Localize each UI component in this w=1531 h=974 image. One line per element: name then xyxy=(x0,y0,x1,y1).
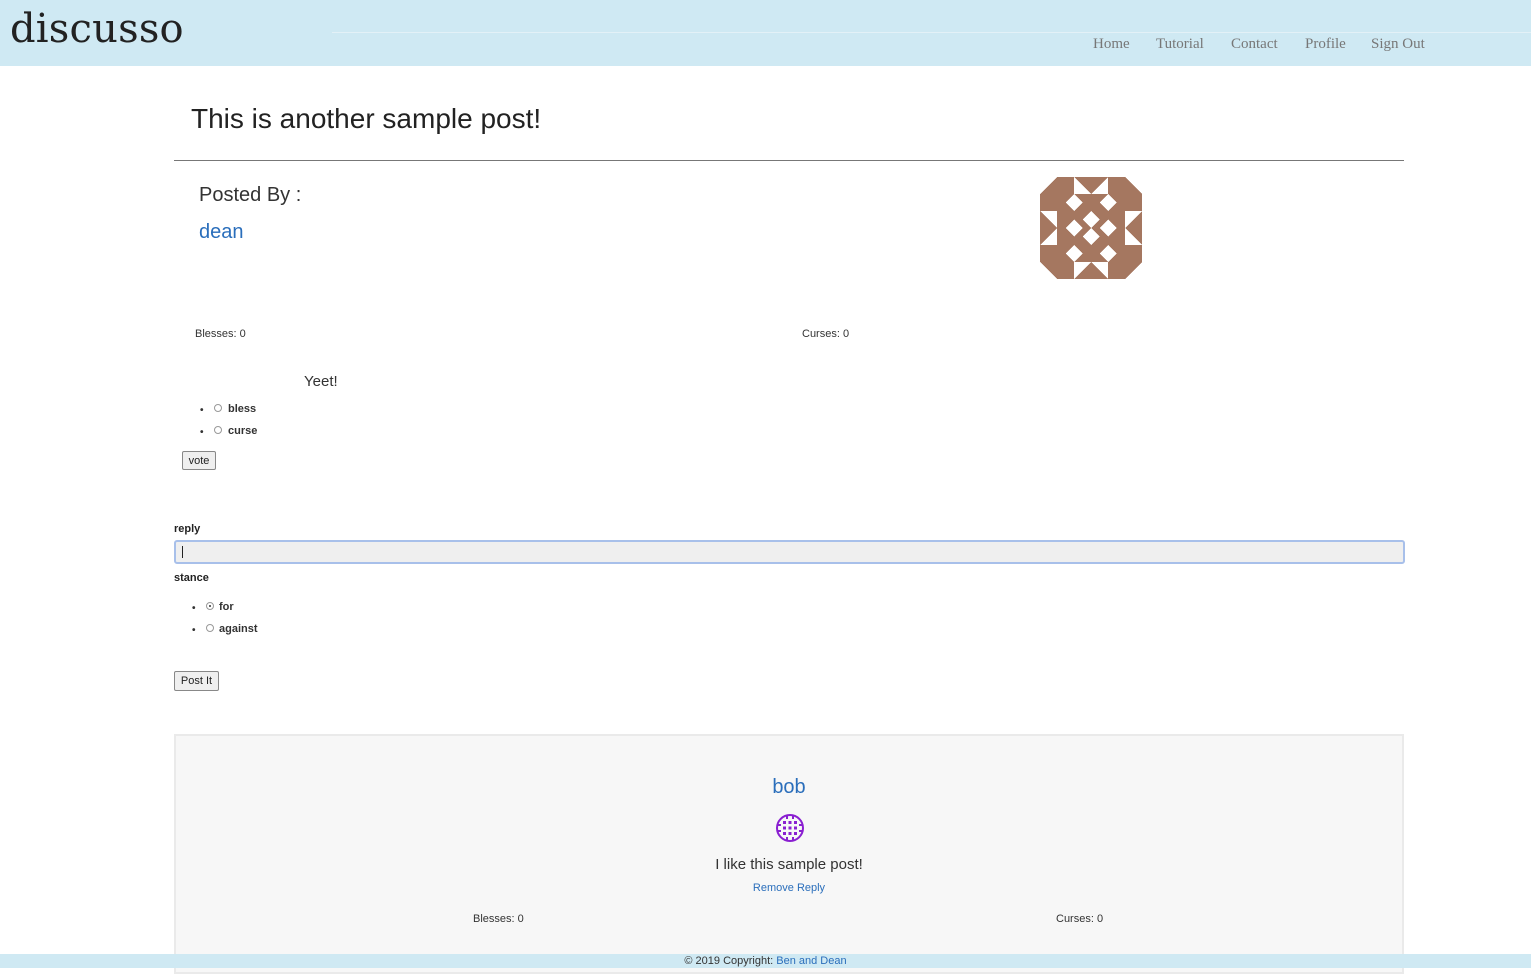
reply-author-avatar xyxy=(776,814,804,842)
post-title: This is another sample post! xyxy=(191,103,542,134)
post-curses-count: Curses: 0 xyxy=(802,328,850,340)
post-author-link[interactable]: dean xyxy=(199,221,244,244)
reply-author: bob xyxy=(176,776,1402,799)
posted-by-label: Posted By : xyxy=(199,184,302,206)
remove-reply-link[interactable]: Remove Reply xyxy=(753,882,825,894)
top-navbar: discusso Home Tutorial Contact Profile S… xyxy=(0,0,1531,66)
nav-profile-link[interactable]: Profile xyxy=(1305,36,1346,53)
title-divider xyxy=(174,160,1404,161)
remove-reply: Remove Reply xyxy=(176,882,1402,894)
nav-contact-link[interactable]: Contact xyxy=(1231,36,1278,53)
reply-card: bob I like this sample post! Remove Repl… xyxy=(174,734,1404,974)
bullet: • xyxy=(200,405,204,416)
nav-home-link[interactable]: Home xyxy=(1093,36,1130,53)
stance-label: stance xyxy=(174,572,209,584)
bullet: • xyxy=(192,603,196,614)
reply-label: reply xyxy=(174,523,201,535)
navbar-divider xyxy=(332,32,1531,33)
bless-radio[interactable] xyxy=(214,404,222,412)
footer: © 2019 Copyright: Ben and Dean xyxy=(0,954,1531,968)
for-radio[interactable] xyxy=(206,602,214,610)
bless-label: bless xyxy=(228,403,257,415)
curse-radio[interactable] xyxy=(214,426,222,434)
reply-curses-count: Curses: 0 xyxy=(1056,913,1104,925)
reply-input[interactable] xyxy=(174,540,1405,564)
brand-logo[interactable]: discusso xyxy=(10,6,184,52)
curse-label: curse xyxy=(228,425,258,437)
against-radio[interactable] xyxy=(206,624,214,632)
post-it-button[interactable]: Post It xyxy=(174,671,219,691)
post-blesses-count: Blesses: 0 xyxy=(195,328,246,340)
footer-copyright: © 2019 Copyright: xyxy=(684,955,774,967)
reply-blesses-count: Blesses: 0 xyxy=(473,913,524,925)
for-label: for xyxy=(219,601,234,613)
against-label: against xyxy=(219,623,258,635)
nav-tutorial-link[interactable]: Tutorial xyxy=(1156,36,1204,53)
nav-sign-out-link[interactable]: Sign Out xyxy=(1371,36,1425,53)
bullet: • xyxy=(192,625,196,636)
footer-link[interactable]: Ben and Dean xyxy=(776,955,846,967)
vote-button[interactable]: vote xyxy=(182,451,216,470)
reply-text: I like this sample post! xyxy=(715,856,863,873)
reply-author-link[interactable]: bob xyxy=(772,776,805,798)
text-caret xyxy=(182,546,183,558)
author-avatar xyxy=(1040,177,1142,279)
post-body: Yeet! xyxy=(304,373,338,390)
bullet: • xyxy=(200,427,204,438)
